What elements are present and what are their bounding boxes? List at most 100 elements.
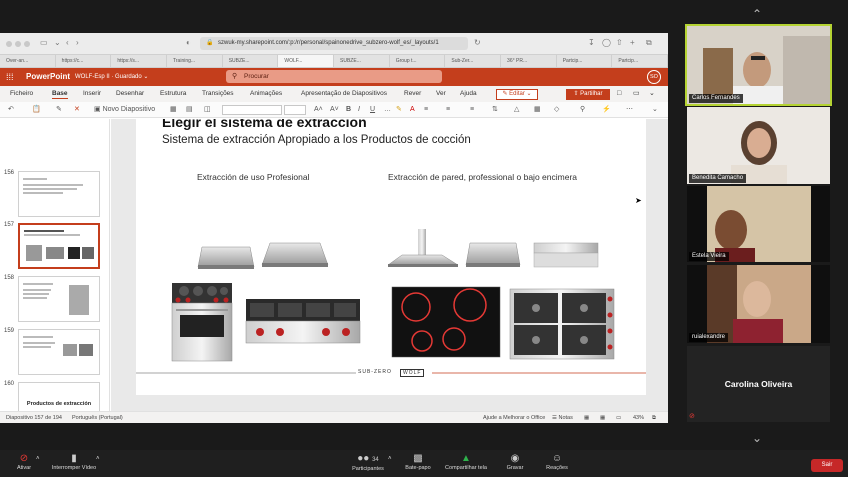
participants-button[interactable]: ●● 34 Participantes (346, 453, 390, 472)
present-icon[interactable]: ▭ (633, 90, 640, 98)
reactions-button[interactable]: ☺ Reações (540, 453, 574, 471)
slide-thumbnail-selected[interactable] (18, 223, 100, 269)
tab-transitions[interactable]: Transições (202, 90, 234, 98)
account-icon[interactable]: ◯ (602, 38, 611, 48)
font-name-select[interactable] (222, 105, 282, 115)
tab-file[interactable]: Ficheiro (10, 90, 33, 98)
find-icon[interactable]: ⚲ (580, 105, 585, 115)
slide-thumbnail[interactable] (18, 171, 100, 217)
shrink-font-icon[interactable]: A˅ (330, 105, 339, 115)
tab-design[interactable]: Estrutura (160, 90, 186, 98)
edit-mode-button[interactable]: ✎ Editar ⌄ (496, 89, 538, 100)
italic-icon[interactable]: I (358, 105, 360, 115)
highlight-icon[interactable]: ✎ (396, 105, 402, 115)
comments-icon[interactable]: □ (617, 90, 621, 98)
mute-button[interactable]: ⊘ Ativar (10, 453, 38, 471)
design-ideas-icon[interactable]: ⚡ (602, 105, 611, 115)
delete-icon[interactable]: ✕ (74, 105, 80, 115)
leave-meeting-button[interactable]: Sair (811, 459, 843, 472)
current-slide[interactable]: Elegir el sistema de extracción Sistema … (136, 119, 646, 395)
browser-tab[interactable]: Training... (167, 55, 223, 67)
help-improve[interactable]: Ajude a Melhorar o Office (483, 415, 545, 422)
video-tile-no-video[interactable]: Carolina Oliveira ⊘ (687, 346, 830, 422)
slide-thumbnail[interactable] (18, 276, 100, 322)
browser-tab[interactable]: https://s... (111, 55, 168, 67)
scroll-down-icon[interactable]: ⌄ (752, 432, 762, 444)
layout-icon[interactable]: ▦ (170, 105, 177, 115)
section-icon[interactable]: ▤ (186, 105, 193, 115)
more-icon[interactable]: ⋯ (626, 105, 633, 115)
normal-view-icon[interactable]: ▦ (584, 415, 589, 422)
text-direction-icon[interactable]: ⇅ (492, 105, 498, 115)
arrange-icon[interactable]: ▦ (534, 105, 541, 115)
new-slide-button[interactable]: ▣ Novo Diapositivo (94, 105, 155, 115)
record-button[interactable]: ◉ Gravar (500, 453, 530, 471)
search-input[interactable]: ⚲ Procurar (226, 70, 442, 83)
avatar[interactable]: SO (647, 70, 661, 84)
audio-options-chevron-icon[interactable]: ˄ (36, 456, 40, 462)
fit-slide-icon[interactable]: ⧉ (652, 415, 656, 422)
reload-icon[interactable]: ↻ (474, 38, 481, 48)
undo-icon[interactable]: ↶ (8, 105, 14, 115)
chevron-down-icon[interactable]: ⌄ (54, 38, 61, 48)
forward-icon[interactable]: › (76, 38, 79, 48)
back-icon[interactable]: ‹ (66, 38, 69, 48)
app-launcher-icon[interactable]: ⁞⁞⁞ (6, 72, 14, 82)
numbering-icon[interactable]: ≡ (446, 105, 450, 115)
participants-options-chevron-icon[interactable]: ˄ (388, 456, 392, 462)
share-screen-button[interactable]: ▲ Compartilhar tela (440, 453, 492, 471)
tab-view[interactable]: Ver (436, 90, 446, 98)
browser-tab[interactable]: Sub-Zer... (445, 55, 502, 67)
underline-icon[interactable]: U (370, 105, 375, 115)
share-button[interactable]: ⇧ Partilhar (566, 89, 610, 100)
align-icon[interactable]: ≡ (470, 105, 474, 115)
video-tile[interactable]: Benedita Camacho (687, 107, 830, 184)
chevron-down-icon[interactable]: ⌄ (652, 105, 658, 115)
stop-video-button[interactable]: ▮ Interromper Vídeo (46, 453, 102, 471)
privacy-shield-icon[interactable]: ◐ (186, 38, 191, 48)
browser-tab[interactable]: 36° PR... (501, 55, 557, 67)
bold-icon[interactable]: B (346, 105, 351, 115)
share-icon[interactable]: ⇧ (616, 38, 623, 48)
browser-tab[interactable]: Partcip... (612, 55, 668, 67)
paste-icon[interactable]: 📋 (32, 105, 41, 115)
browser-tab[interactable]: Over-an... (0, 55, 56, 67)
reset-icon[interactable]: ◫ (204, 105, 211, 115)
format-painter-icon[interactable]: ✎ (56, 105, 62, 115)
tab-insert[interactable]: Inserir (83, 90, 101, 98)
sidebar-icon[interactable]: ▭ (40, 38, 48, 48)
tab-home[interactable]: Base (52, 90, 68, 99)
browser-tab-active[interactable]: WOLF... (278, 55, 335, 67)
browser-tab[interactable]: SUBZE... (334, 55, 390, 67)
font-color-icon[interactable]: A (410, 105, 415, 115)
more-options-icon[interactable]: ⌄ (649, 90, 655, 98)
grow-font-icon[interactable]: A˄ (314, 105, 323, 115)
video-tile[interactable]: ruialexandre (687, 265, 830, 343)
close-window-icon[interactable] (6, 41, 12, 47)
shape-fill-icon[interactable]: ◇ (554, 105, 559, 115)
video-tile[interactable]: Estela Vieira (687, 186, 830, 262)
minimize-window-icon[interactable] (15, 41, 21, 47)
sorter-view-icon[interactable]: ▦ (600, 415, 605, 422)
tab-slideshow[interactable]: Apresentação de Diapositivos (301, 90, 387, 98)
tab-help[interactable]: Ajuda (460, 90, 477, 98)
tab-overview-icon[interactable]: ⧉ (646, 38, 652, 48)
app-name[interactable]: PowerPoint (26, 72, 70, 82)
browser-tab[interactable]: SUBZE... (223, 55, 279, 67)
language[interactable]: Português (Portugal) (72, 415, 123, 422)
zoom-window-icon[interactable] (24, 41, 30, 47)
shapes-icon[interactable]: △ (514, 105, 519, 115)
video-options-chevron-icon[interactable]: ˄ (96, 456, 100, 462)
tab-draw[interactable]: Desenhar (116, 90, 144, 98)
download-icon[interactable]: ↧ (588, 38, 595, 48)
notes-button[interactable]: ☰ Notas (552, 415, 573, 422)
tab-animations[interactable]: Animações (250, 90, 282, 98)
browser-tab[interactable]: Partcip... (557, 55, 613, 67)
bullets-icon[interactable]: ≡ (424, 105, 428, 115)
chat-button[interactable]: ▩ Bate-papo (398, 453, 438, 471)
tab-review[interactable]: Rever (404, 90, 421, 98)
scroll-up-icon[interactable]: ⌃ (752, 8, 762, 20)
slide-thumbnail[interactable]: Productos de extracción (18, 382, 100, 411)
browser-tab[interactable]: Group t... (390, 55, 446, 67)
font-size-select[interactable] (284, 105, 306, 115)
